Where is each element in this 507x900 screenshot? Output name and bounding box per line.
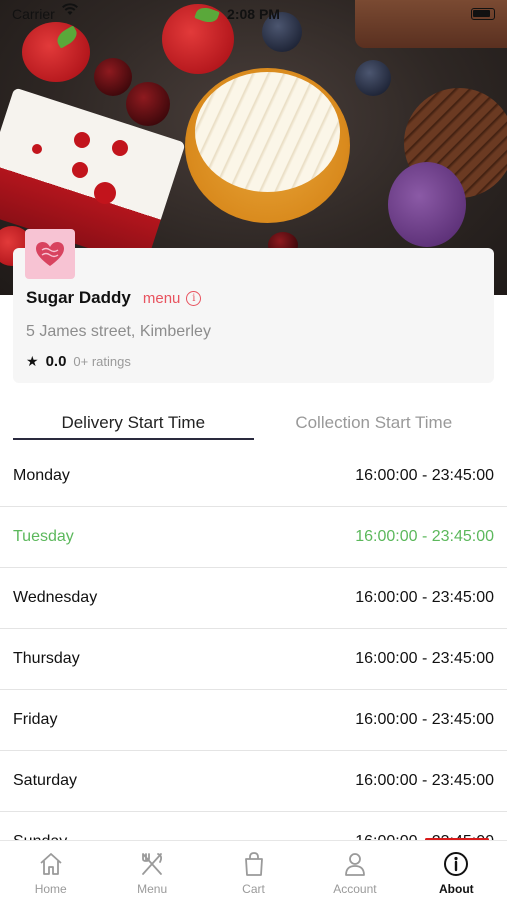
cherry-decor (94, 58, 132, 96)
bottom-nav: Home Menu Cart Account About (0, 840, 507, 900)
nav-menu-label: Menu (137, 882, 168, 896)
tab-delivery-start-time[interactable]: Delivery Start Time (13, 400, 254, 442)
nav-account[interactable]: Account (304, 841, 405, 900)
cherry-decor (126, 82, 170, 126)
battery-icon (471, 8, 495, 20)
day-label: Monday (13, 467, 70, 484)
tab-collection-start-time[interactable]: Collection Start Time (254, 400, 495, 442)
store-name: Sugar Daddy (26, 288, 131, 307)
utensils-icon (142, 853, 163, 875)
hours-label: 16:00:00 - 23:45:00 (355, 772, 494, 789)
day-label: Saturday (13, 772, 78, 789)
info-icon[interactable]: i (186, 290, 202, 306)
schedule-row-sunday: Sunday 16:00:00 - 23:45:00 (0, 812, 507, 841)
schedule-row-saturday: Saturday 16:00:00 - 23:45:00 (0, 751, 507, 812)
menu-link[interactable]: menu (143, 290, 181, 307)
schedule-list: Monday 16:00:00 - 23:45:00 Tuesday 16:00… (0, 446, 507, 841)
nav-cart-label: Cart (242, 882, 265, 896)
star-icon: ★ (26, 353, 39, 369)
store-name-row: Sugar Daddy menu i (26, 288, 202, 308)
hours-label: 16:00:00 - 23:45:00 (355, 589, 494, 606)
nav-about[interactable]: About (406, 841, 507, 900)
cake-dot (94, 182, 116, 204)
clock: 2:08 PM (227, 6, 280, 22)
schedule-row-friday: Friday 16:00:00 - 23:45:00 (0, 690, 507, 751)
shopping-bag-icon (244, 852, 263, 876)
cake-dot (72, 162, 88, 178)
schedule-row-monday: Monday 16:00:00 - 23:45:00 (0, 446, 507, 507)
nav-cart[interactable]: Cart (203, 841, 304, 900)
info-circle-icon (444, 852, 469, 876)
day-label: Wednesday (13, 589, 98, 606)
day-label: Tuesday (13, 528, 74, 545)
rating-row: ★ 0.0 0+ ratings (26, 353, 131, 370)
nav-account-label: Account (333, 882, 377, 896)
ratings-count: 0+ ratings (73, 354, 131, 369)
schedule-row-thursday: Thursday 16:00:00 - 23:45:00 (0, 629, 507, 690)
store-address: 5 James street, Kimberley (26, 323, 211, 340)
nav-menu[interactable]: Menu (101, 841, 202, 900)
heart-logo-icon (36, 242, 64, 266)
nav-home-label: Home (34, 882, 67, 896)
cake-dot (112, 140, 128, 156)
strawberry-decor (22, 22, 90, 82)
day-label: Friday (13, 711, 58, 728)
nav-about-label: About (439, 882, 474, 896)
cake-dot (32, 144, 42, 154)
home-icon (40, 853, 62, 875)
cake-dot (74, 132, 90, 148)
schedule-row-wednesday: Wednesday 16:00:00 - 23:45:00 (0, 568, 507, 629)
status-bar: Carrier 2:08 PM (0, 0, 507, 28)
tart-cream-decor (195, 72, 340, 192)
store-info-card: Sugar Daddy menu i 5 James street, Kimbe… (13, 229, 494, 383)
nav-home[interactable]: Home (0, 841, 101, 900)
rating-value: 0.0 (45, 353, 67, 370)
day-label: Thursday (13, 650, 80, 667)
blueberry-decor (355, 60, 391, 96)
hours-label: 16:00:00 - 23:45:00 (355, 528, 494, 545)
schedule-row-tuesday: Tuesday 16:00:00 - 23:45:00 (0, 507, 507, 568)
hours-label: 16:00:00 - 23:45:00 (355, 467, 494, 484)
time-tabs: Delivery Start Time Collection Start Tim… (13, 400, 494, 442)
store-logo (25, 229, 75, 279)
hours-label: 16:00:00 - 23:45:00 (355, 711, 494, 728)
hours-label: 16:00:00 - 23:45:00 (355, 650, 494, 667)
macaron-decor (388, 162, 466, 247)
person-icon (345, 853, 365, 876)
